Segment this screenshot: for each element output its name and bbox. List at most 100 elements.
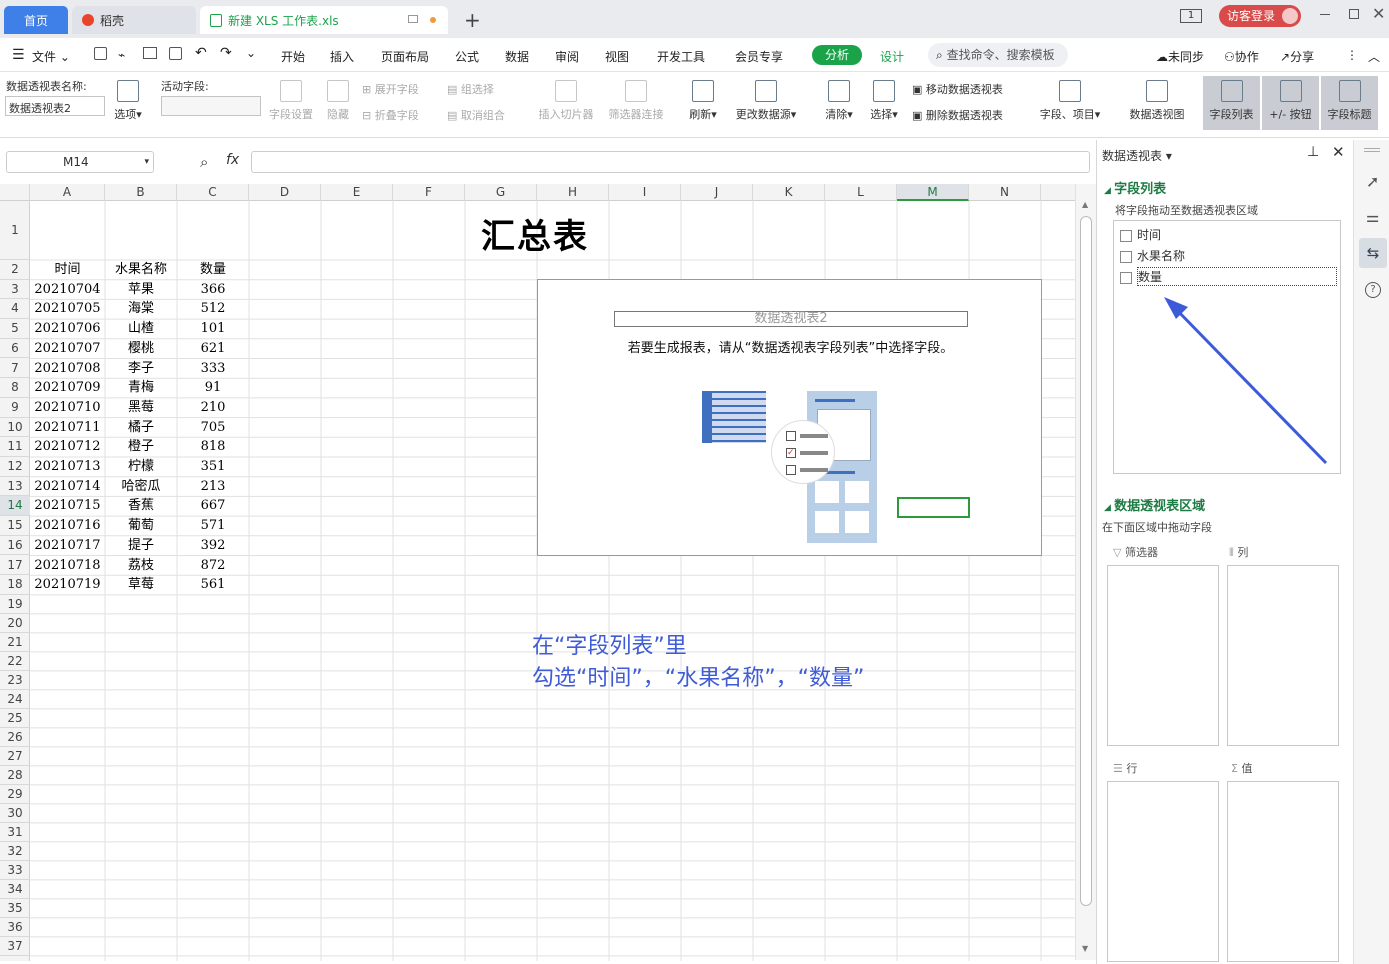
filter-connection-button[interactable]: 筛选器连接	[604, 80, 668, 122]
name-box-dropdown-icon[interactable]: ▾	[144, 152, 149, 172]
row-header-23[interactable]: 23	[0, 671, 30, 690]
menu-page-layout[interactable]: 页面布局	[381, 48, 429, 65]
delete-pivot-button[interactable]: ▣ 删除数据透视表	[912, 107, 1003, 123]
row-header-32[interactable]: 32	[0, 842, 30, 861]
expand-field-button[interactable]: ⊞ 展开字段	[362, 81, 419, 97]
data-cell[interactable]: 樱桃	[105, 339, 177, 359]
row-header-37[interactable]: 37	[0, 937, 30, 956]
field-list-toggle[interactable]: 字段列表	[1203, 76, 1260, 130]
data-cell[interactable]: 提子	[105, 536, 177, 556]
quick-access-dropdown-icon[interactable]: ⌄	[246, 46, 256, 60]
name-box[interactable]: M14 ▾	[6, 151, 154, 173]
save-icon[interactable]	[94, 47, 107, 60]
data-cell[interactable]: 苹果	[105, 280, 177, 300]
row-header-16[interactable]: 16	[0, 536, 30, 556]
menu-analysis[interactable]: 分析	[812, 45, 862, 65]
data-cell[interactable]: 李子	[105, 359, 177, 379]
sync-button[interactable]: ☁未同步	[1156, 48, 1204, 65]
row-header-7[interactable]: 7	[0, 359, 30, 379]
data-cell[interactable]: 512	[177, 299, 249, 319]
filter-drop-zone[interactable]	[1107, 565, 1219, 746]
pivot-chart-button[interactable]: 数据透视图	[1125, 80, 1189, 122]
row-header-36[interactable]: 36	[0, 918, 30, 937]
data-cell[interactable]: 20210711	[30, 418, 105, 438]
menu-start[interactable]: 开始	[281, 48, 305, 65]
tab-file[interactable]: 新建 XLS 工作表.xls	[200, 6, 448, 34]
data-cell[interactable]: 20210705	[30, 299, 105, 319]
data-cell[interactable]: 橙子	[105, 437, 177, 457]
data-cell[interactable]: 20210708	[30, 359, 105, 379]
menu-file[interactable]: 文件 ⌄	[32, 48, 70, 65]
field-settings-button[interactable]: 字段设置	[266, 80, 316, 122]
cursor-icon[interactable]: ➚	[1366, 172, 1379, 191]
data-cell[interactable]: 667	[177, 496, 249, 516]
data-cell[interactable]: 哈密瓜	[105, 477, 177, 497]
row-header-27[interactable]: 27	[0, 747, 30, 766]
menu-member[interactable]: 会员专享	[735, 48, 783, 65]
minimize-icon[interactable]	[1320, 14, 1330, 15]
data-cell[interactable]: 黑莓	[105, 398, 177, 418]
row-header-14[interactable]: 14	[0, 496, 30, 517]
undo-icon[interactable]: ↶	[195, 45, 207, 61]
row-header-20[interactable]: 20	[0, 614, 30, 633]
data-cell[interactable]: 101	[177, 319, 249, 339]
formula-input[interactable]	[251, 151, 1090, 173]
field-headers-toggle[interactable]: 字段标题	[1321, 76, 1378, 130]
row-header-10[interactable]: 10	[0, 418, 30, 438]
data-cell[interactable]: 20210709	[30, 378, 105, 398]
row-header-17[interactable]: 17	[0, 556, 30, 576]
column-header-n[interactable]: N	[969, 184, 1041, 201]
format-painter-icon[interactable]: ⌁	[118, 48, 125, 62]
change-source-button[interactable]: 更改数据源▾	[730, 80, 802, 122]
data-cell[interactable]: 荔枝	[105, 556, 177, 576]
row-header-22[interactable]: 22	[0, 652, 30, 671]
share-button[interactable]: ↗分享	[1280, 48, 1314, 65]
data-cell[interactable]: 351	[177, 457, 249, 477]
tab-docer[interactable]: 稻壳	[72, 6, 196, 34]
menu-insert[interactable]: 插入	[330, 48, 354, 65]
monitor-icon[interactable]	[408, 15, 418, 23]
column-header-c[interactable]: C	[177, 184, 249, 201]
row-header-29[interactable]: 29	[0, 785, 30, 804]
row-header-35[interactable]: 35	[0, 899, 30, 918]
column-drop-zone[interactable]	[1227, 565, 1339, 746]
data-cell[interactable]: 20210714	[30, 477, 105, 497]
column-header-d[interactable]: D	[249, 184, 321, 201]
row-header-13[interactable]: 13	[0, 477, 30, 497]
data-cell[interactable]: 818	[177, 437, 249, 457]
data-cell[interactable]: 561	[177, 575, 249, 595]
panel-title[interactable]: 数据透视表 ▾	[1102, 147, 1172, 164]
select-all-corner[interactable]	[0, 184, 30, 201]
pivot-area-section-title[interactable]: ◢ 数据透视表区域	[1104, 495, 1205, 514]
data-cell[interactable]: 91	[177, 378, 249, 398]
column-header-g[interactable]: G	[465, 184, 537, 201]
login-button[interactable]: 访客登录	[1219, 5, 1301, 27]
select-button[interactable]: 选择▾	[865, 80, 903, 122]
tab-home[interactable]: 首页	[4, 6, 68, 34]
menu-design[interactable]: 设计	[880, 48, 904, 65]
row-header-26[interactable]: 26	[0, 728, 30, 747]
hamburger-icon[interactable]: ☰	[12, 47, 25, 63]
move-pivot-button[interactable]: ▣ 移动数据透视表	[912, 81, 1003, 97]
data-cell[interactable]: 柠檬	[105, 457, 177, 477]
pivot-name-input[interactable]: 数据透视表2	[5, 96, 105, 116]
row-header-24[interactable]: 24	[0, 690, 30, 709]
insert-slicer-button[interactable]: 插入切片器	[534, 80, 598, 122]
data-cell[interactable]: 20210718	[30, 556, 105, 576]
data-cell[interactable]: 山楂	[105, 319, 177, 339]
data-cell[interactable]: 20210712	[30, 437, 105, 457]
options-button[interactable]: 选项▾	[108, 80, 148, 122]
buttons-toggle[interactable]: +/- 按钮	[1262, 76, 1319, 130]
row-header-3[interactable]: 3	[0, 280, 30, 300]
fields-items-button[interactable]: 字段、项目▾	[1034, 80, 1106, 122]
data-cell[interactable]: 香蕉	[105, 496, 177, 516]
data-cell[interactable]: 333	[177, 359, 249, 379]
data-cell[interactable]: 213	[177, 477, 249, 497]
collapse-field-button[interactable]: ⊟ 折叠字段	[362, 107, 419, 123]
print-icon[interactable]	[143, 47, 157, 59]
row-drop-zone[interactable]	[1107, 781, 1219, 962]
scroll-thumb[interactable]	[1080, 216, 1092, 906]
more-icon[interactable]: ⋮	[1346, 48, 1358, 62]
row-header-25[interactable]: 25	[0, 709, 30, 728]
pin-icon[interactable]: ⊥	[1307, 144, 1319, 160]
